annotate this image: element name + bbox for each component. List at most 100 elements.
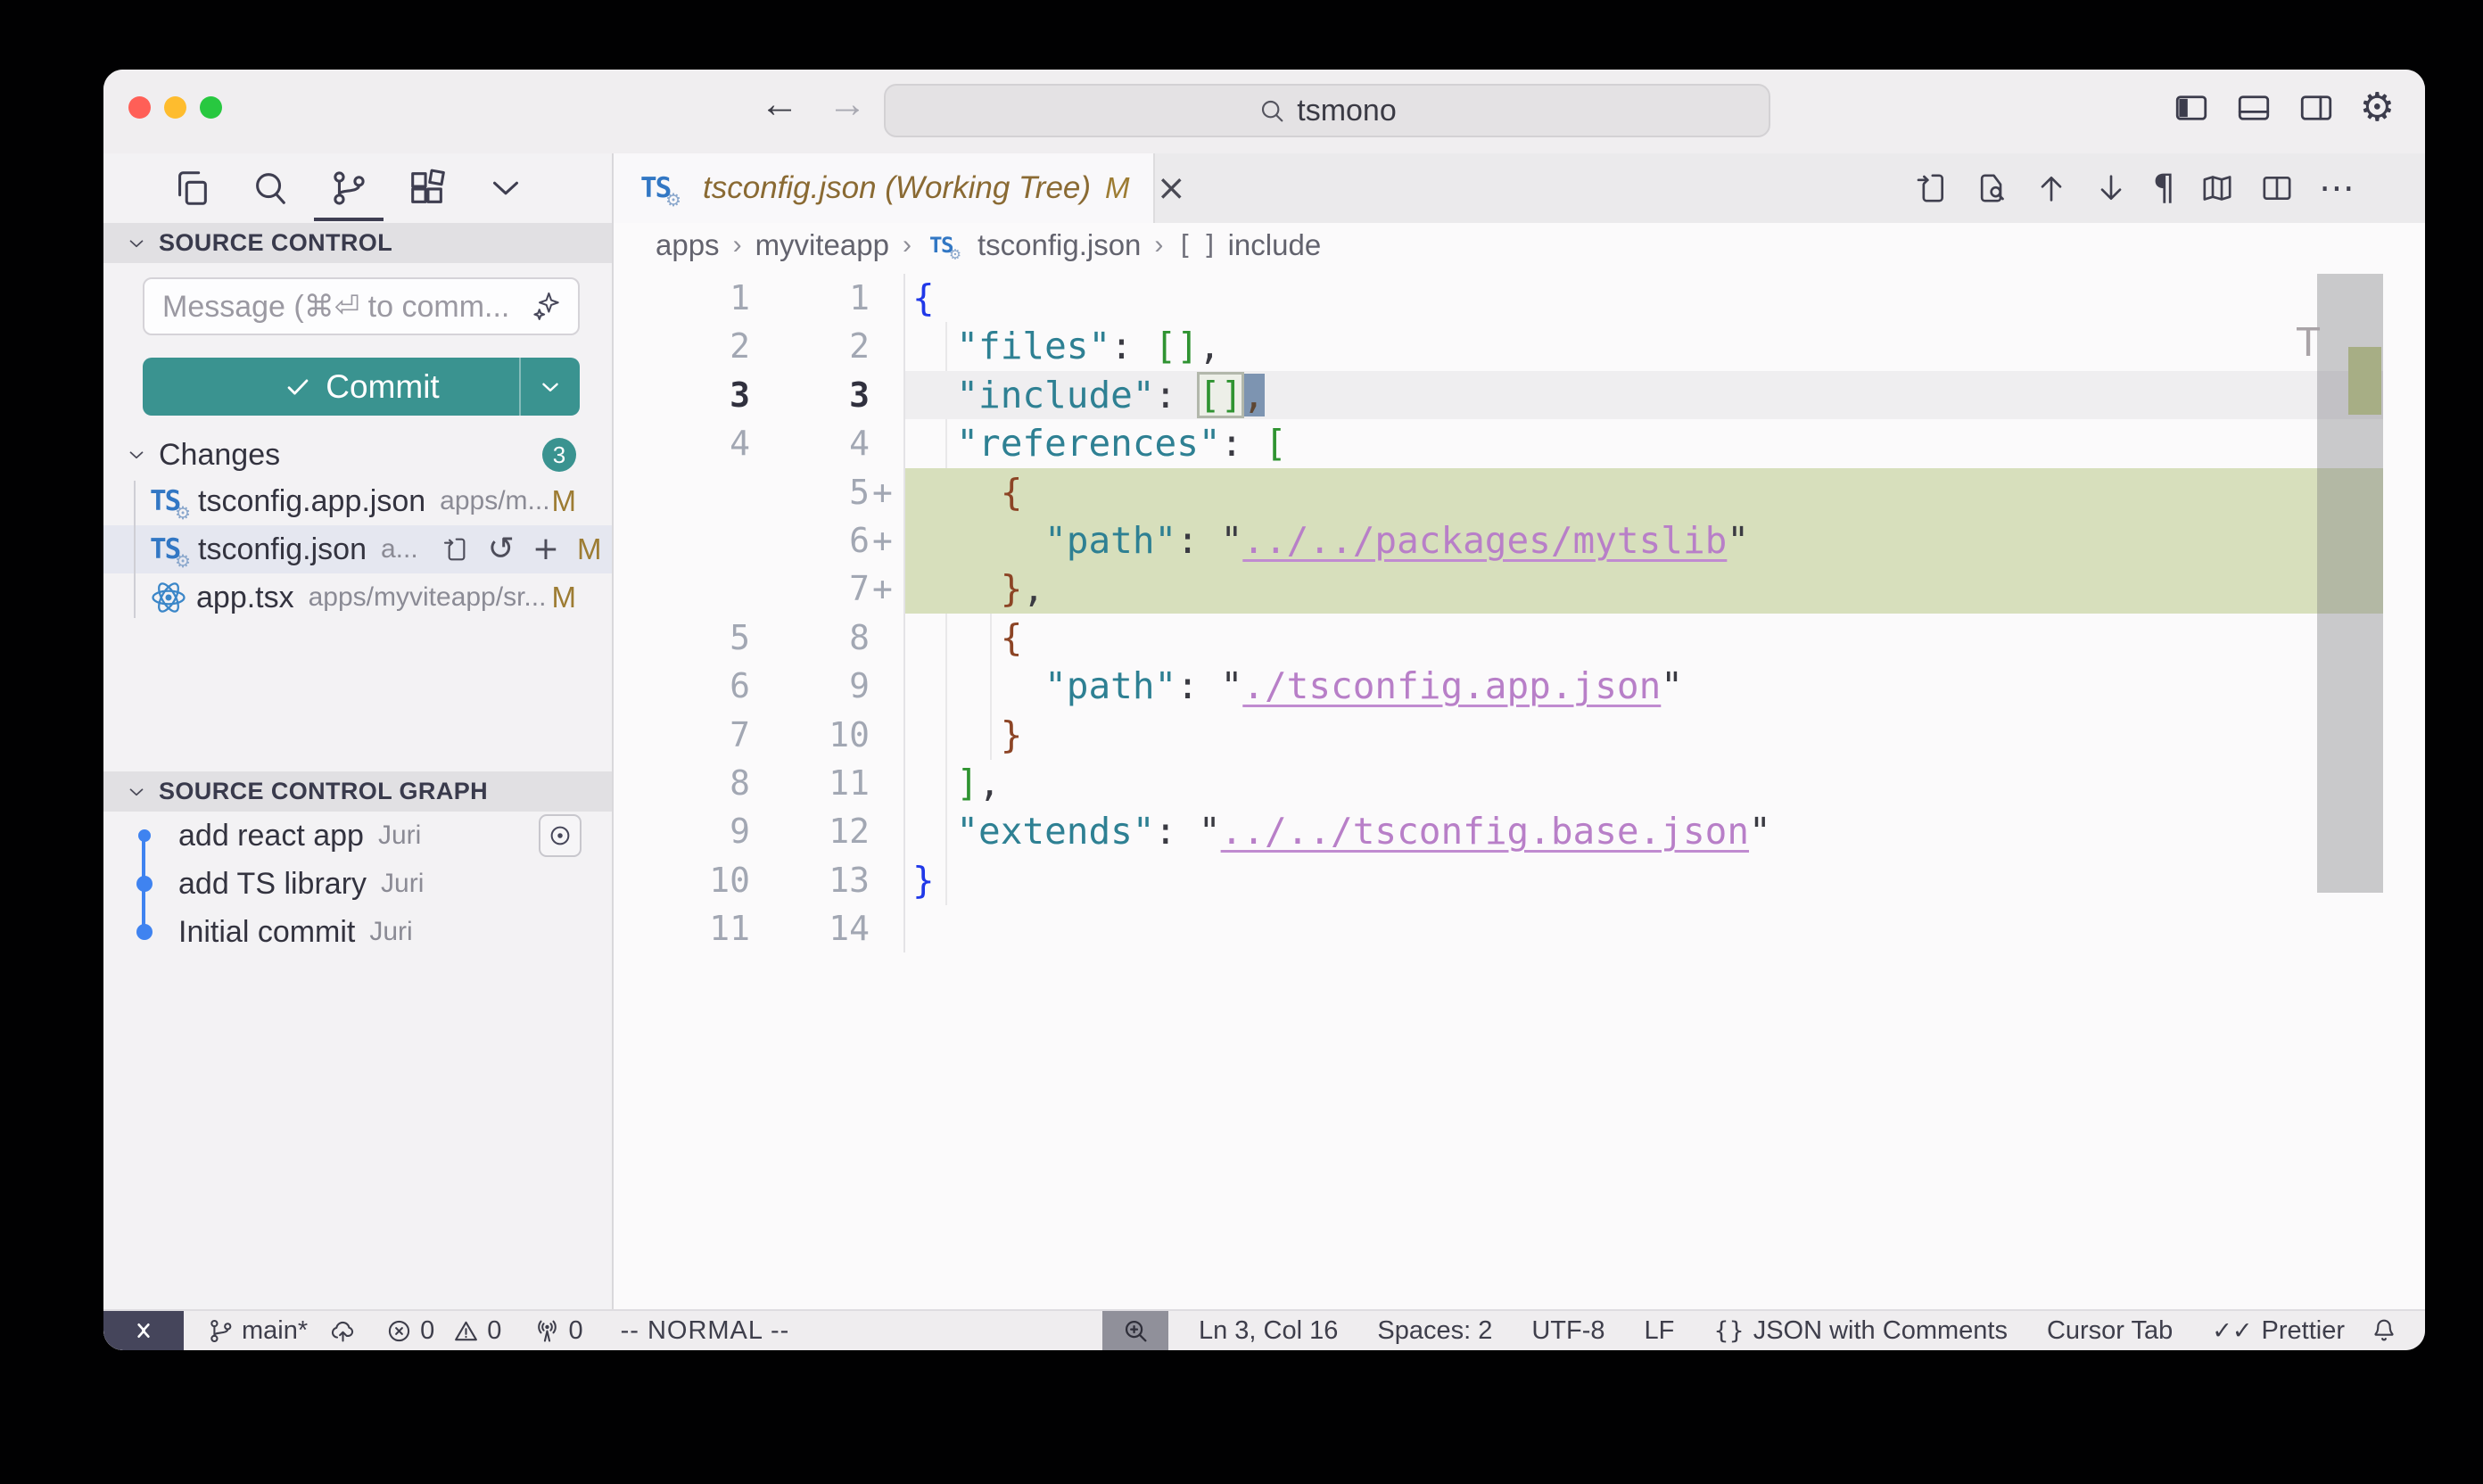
breadcrumb-item[interactable]: myviteapp — [755, 228, 889, 262]
code-token: : — [1110, 325, 1154, 367]
ports-indicator[interactable]: 0 — [533, 1316, 582, 1346]
split-editor-icon[interactable] — [2259, 170, 2295, 206]
status-item[interactable]: Ln 3, Col 16 — [1199, 1316, 1338, 1346]
source-control-header[interactable]: SOURCE CONTROL — [103, 223, 612, 263]
status-item[interactable]: {}JSON with Comments — [1713, 1316, 2008, 1346]
forward-button[interactable]: → — [828, 82, 867, 127]
stage-changes-plus-icon[interactable]: + — [532, 535, 559, 564]
code-line-content[interactable] — [903, 904, 2383, 952]
open-changes-icon[interactable] — [1914, 170, 1950, 206]
notifications-bell-icon[interactable] — [2370, 1316, 2398, 1345]
commit-message-input[interactable]: Message (⌘⏎ to comm... — [143, 277, 580, 335]
breadcrumb-item[interactable]: tsconfig.json — [978, 228, 1141, 262]
status-bar: main* 0 0 0 -- NORMAL -- — [103, 1309, 2425, 1350]
open-file-icon[interactable] — [441, 535, 470, 564]
line-number-gutter: 22 — [614, 322, 903, 370]
breadcrumb-item[interactable]: include — [1228, 228, 1322, 262]
error-circle-icon — [385, 1317, 413, 1345]
breadcrumb-item[interactable]: apps — [656, 228, 720, 262]
code-line-content[interactable]: "path": "../../packages/mytslib" — [903, 516, 2383, 565]
status-item[interactable]: ✓✓Prettier — [2212, 1316, 2345, 1346]
search-view-icon[interactable] — [250, 168, 291, 209]
checkout-target-button[interactable] — [539, 814, 582, 857]
status-item[interactable]: Spaces: 2 — [1377, 1316, 1492, 1346]
status-item-label: UTF-8 — [1531, 1316, 1604, 1346]
commit-row[interactable]: Initial commitJuri — [103, 908, 612, 956]
code-line-content[interactable]: }, — [903, 565, 2383, 613]
cloud-upload-icon — [329, 1317, 357, 1345]
collapse-chevron-icon — [125, 232, 148, 255]
changes-file-row[interactable]: app.tsxapps/myviteapp/sr...M — [103, 573, 612, 622]
sync-changes[interactable] — [329, 1317, 357, 1345]
command-center-search[interactable]: tsmono — [884, 84, 1770, 137]
code-token: , — [978, 762, 1001, 804]
radio-tower-icon — [533, 1317, 561, 1345]
code-line-content[interactable]: "path": "./tsconfig.app.json" — [903, 662, 2383, 710]
explorer-icon[interactable] — [171, 168, 212, 209]
block-cursor: , — [1242, 374, 1265, 416]
commit-row[interactable]: add TS libraryJuri — [103, 860, 612, 908]
code-line-content[interactable]: "extends": "../../tsconfig.base.json" — [903, 807, 2383, 855]
code-line-content[interactable]: "references": [ — [903, 419, 2383, 467]
status-item[interactable]: LF — [1645, 1316, 1675, 1346]
minimize-window-button[interactable] — [164, 96, 186, 119]
tab-tsconfig-working-tree[interactable]: TS⚙ tsconfig.json (Working Tree) M × — [614, 153, 1155, 223]
toggle-whitespace-pilcrow-icon[interactable]: ¶ — [2153, 168, 2175, 209]
back-button[interactable]: ← — [760, 82, 799, 127]
code-line: 6+ "path": "../../packages/mytslib" — [614, 516, 2383, 565]
line-number-gutter: 58 — [614, 614, 903, 662]
breadcrumb-separator: › — [1154, 230, 1163, 260]
settings-gear-icon[interactable]: ⚙ — [2360, 89, 2395, 127]
source-control-graph-header[interactable]: SOURCE CONTROL GRAPH — [103, 771, 612, 812]
previous-change-arrow-up-icon[interactable] — [2033, 170, 2069, 206]
changes-section-header[interactable]: Changes 3 — [103, 433, 612, 477]
branch-name: main* — [242, 1316, 308, 1346]
status-item[interactable]: Cursor Tab — [2047, 1316, 2173, 1346]
extensions-icon[interactable] — [407, 168, 448, 209]
toggle-panel-icon[interactable] — [2235, 89, 2273, 127]
code-line-content[interactable]: { — [903, 468, 2383, 516]
activity-bar — [103, 153, 612, 223]
commit-row[interactable]: add react appJuri — [103, 812, 612, 860]
changes-file-row[interactable]: TS⚙tsconfig.jsona...↺+M — [103, 525, 612, 573]
toggle-sidebar-left-icon[interactable] — [2173, 89, 2210, 127]
status-item[interactable]: UTF-8 — [1531, 1316, 1604, 1346]
zoom-indicator[interactable] — [1102, 1311, 1168, 1350]
code-line-content[interactable]: } — [903, 856, 2383, 904]
new-line-number: 3 — [750, 371, 870, 419]
close-tab-icon[interactable]: × — [1157, 168, 1187, 209]
problems-indicator[interactable]: 0 0 — [385, 1316, 501, 1346]
code-line-content[interactable]: "files": [], — [903, 322, 2383, 370]
added-line-marker: + — [870, 468, 903, 516]
code-token: } — [912, 859, 935, 902]
file-name: tsconfig.json — [198, 532, 367, 567]
code-editor[interactable]: 11{22 "files": [],33 "include": [],44 "r… — [614, 268, 2425, 1309]
discard-changes-icon[interactable]: ↺ — [488, 535, 515, 564]
code-line-content[interactable]: { — [903, 274, 2383, 322]
code-line-content[interactable]: { — [903, 614, 2383, 662]
branch-indicator[interactable]: main* — [207, 1316, 308, 1346]
next-change-arrow-down-icon[interactable] — [2093, 170, 2129, 206]
more-actions-ellipsis-icon[interactable]: ⋯ — [2319, 168, 2355, 209]
commit-button[interactable]: Commit — [143, 358, 580, 416]
remote-indicator[interactable] — [103, 1311, 184, 1350]
target-icon — [547, 822, 573, 849]
changes-file-row[interactable]: TS⚙tsconfig.app.jsonapps/m...M — [103, 477, 612, 525]
zoom-window-button[interactable] — [200, 96, 222, 119]
commit-dropdown[interactable] — [519, 358, 580, 416]
code-token: { — [1001, 616, 1023, 659]
code-token: [] — [1199, 374, 1242, 416]
toggle-sidebar-right-icon[interactable] — [2297, 89, 2335, 127]
close-window-button[interactable] — [128, 96, 151, 119]
code-line-content[interactable]: } — [903, 711, 2383, 759]
additional-views-chevron-icon[interactable] — [485, 168, 526, 209]
source-control-icon[interactable] — [328, 168, 369, 209]
vim-mode-indicator[interactable]: -- NORMAL -- — [621, 1316, 790, 1346]
code-token — [912, 762, 956, 804]
commit-author: Juri — [369, 917, 412, 947]
open-preview-diff-icon[interactable] — [1974, 170, 2009, 206]
map-outline-icon[interactable] — [2199, 170, 2235, 206]
code-line-content[interactable]: ], — [903, 759, 2383, 807]
sparkle-ai-icon[interactable] — [530, 290, 564, 324]
code-line-content[interactable]: "include": [], — [903, 371, 2383, 419]
